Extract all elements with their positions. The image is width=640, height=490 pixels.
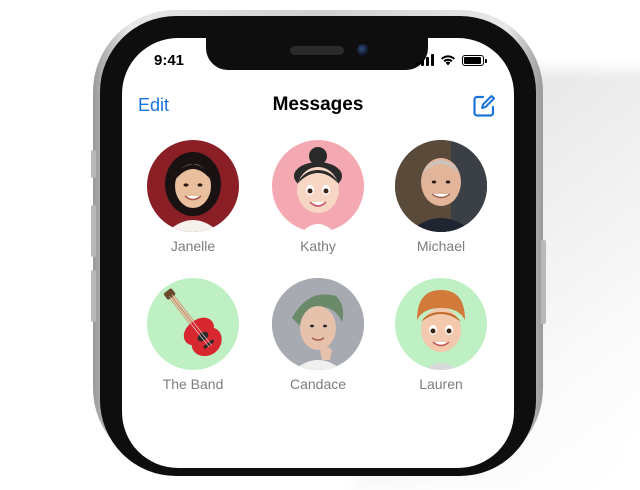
- avatar-group: [147, 278, 239, 370]
- guitar-icon: [164, 288, 222, 356]
- contact-name: Michael: [416, 238, 466, 254]
- memoji-icon: [417, 290, 465, 370]
- avatar-memoji: [272, 140, 364, 232]
- front-camera: [357, 44, 369, 56]
- speaker-grille: [290, 46, 344, 55]
- status-time: 9:41: [154, 52, 185, 69]
- contact-candace[interactable]: Candace: [258, 278, 378, 392]
- notch: [206, 38, 428, 70]
- contact-name: The Band: [162, 376, 224, 392]
- contact-name: Kathy: [300, 238, 336, 254]
- contact-kathy[interactable]: Kathy: [258, 140, 378, 254]
- cellular-signal-icon: [416, 54, 434, 66]
- mute-switch: [91, 150, 96, 178]
- compose-icon[interactable]: [472, 94, 496, 118]
- volume-down-button: [91, 270, 96, 322]
- wifi-icon: [441, 55, 455, 66]
- person-photo-icon: [165, 152, 221, 232]
- contact-name: Lauren: [419, 376, 463, 392]
- contact-name: Janelle: [170, 238, 216, 254]
- memoji-icon: [294, 147, 342, 232]
- battery-icon: [462, 55, 487, 66]
- power-button: [541, 240, 546, 324]
- contact-michael[interactable]: Michael: [381, 140, 501, 254]
- avatar-photo: [395, 140, 487, 232]
- person-photo-icon: [272, 278, 364, 370]
- person-photo-icon: [395, 140, 487, 232]
- phone-screen: 9:41 Edit Messages Janelle Kathy Michael…: [122, 38, 514, 468]
- volume-up-button: [91, 205, 96, 257]
- contact-lauren[interactable]: Lauren: [381, 278, 501, 392]
- avatar-photo: [272, 278, 364, 370]
- avatar-memoji: [395, 278, 487, 370]
- status-icons: [416, 54, 487, 66]
- contact-name: Candace: [289, 376, 347, 392]
- contact-the-band[interactable]: The Band: [133, 278, 253, 392]
- page-title: Messages: [272, 94, 364, 115]
- avatar-photo: [147, 140, 239, 232]
- contact-janelle[interactable]: Janelle: [133, 140, 253, 254]
